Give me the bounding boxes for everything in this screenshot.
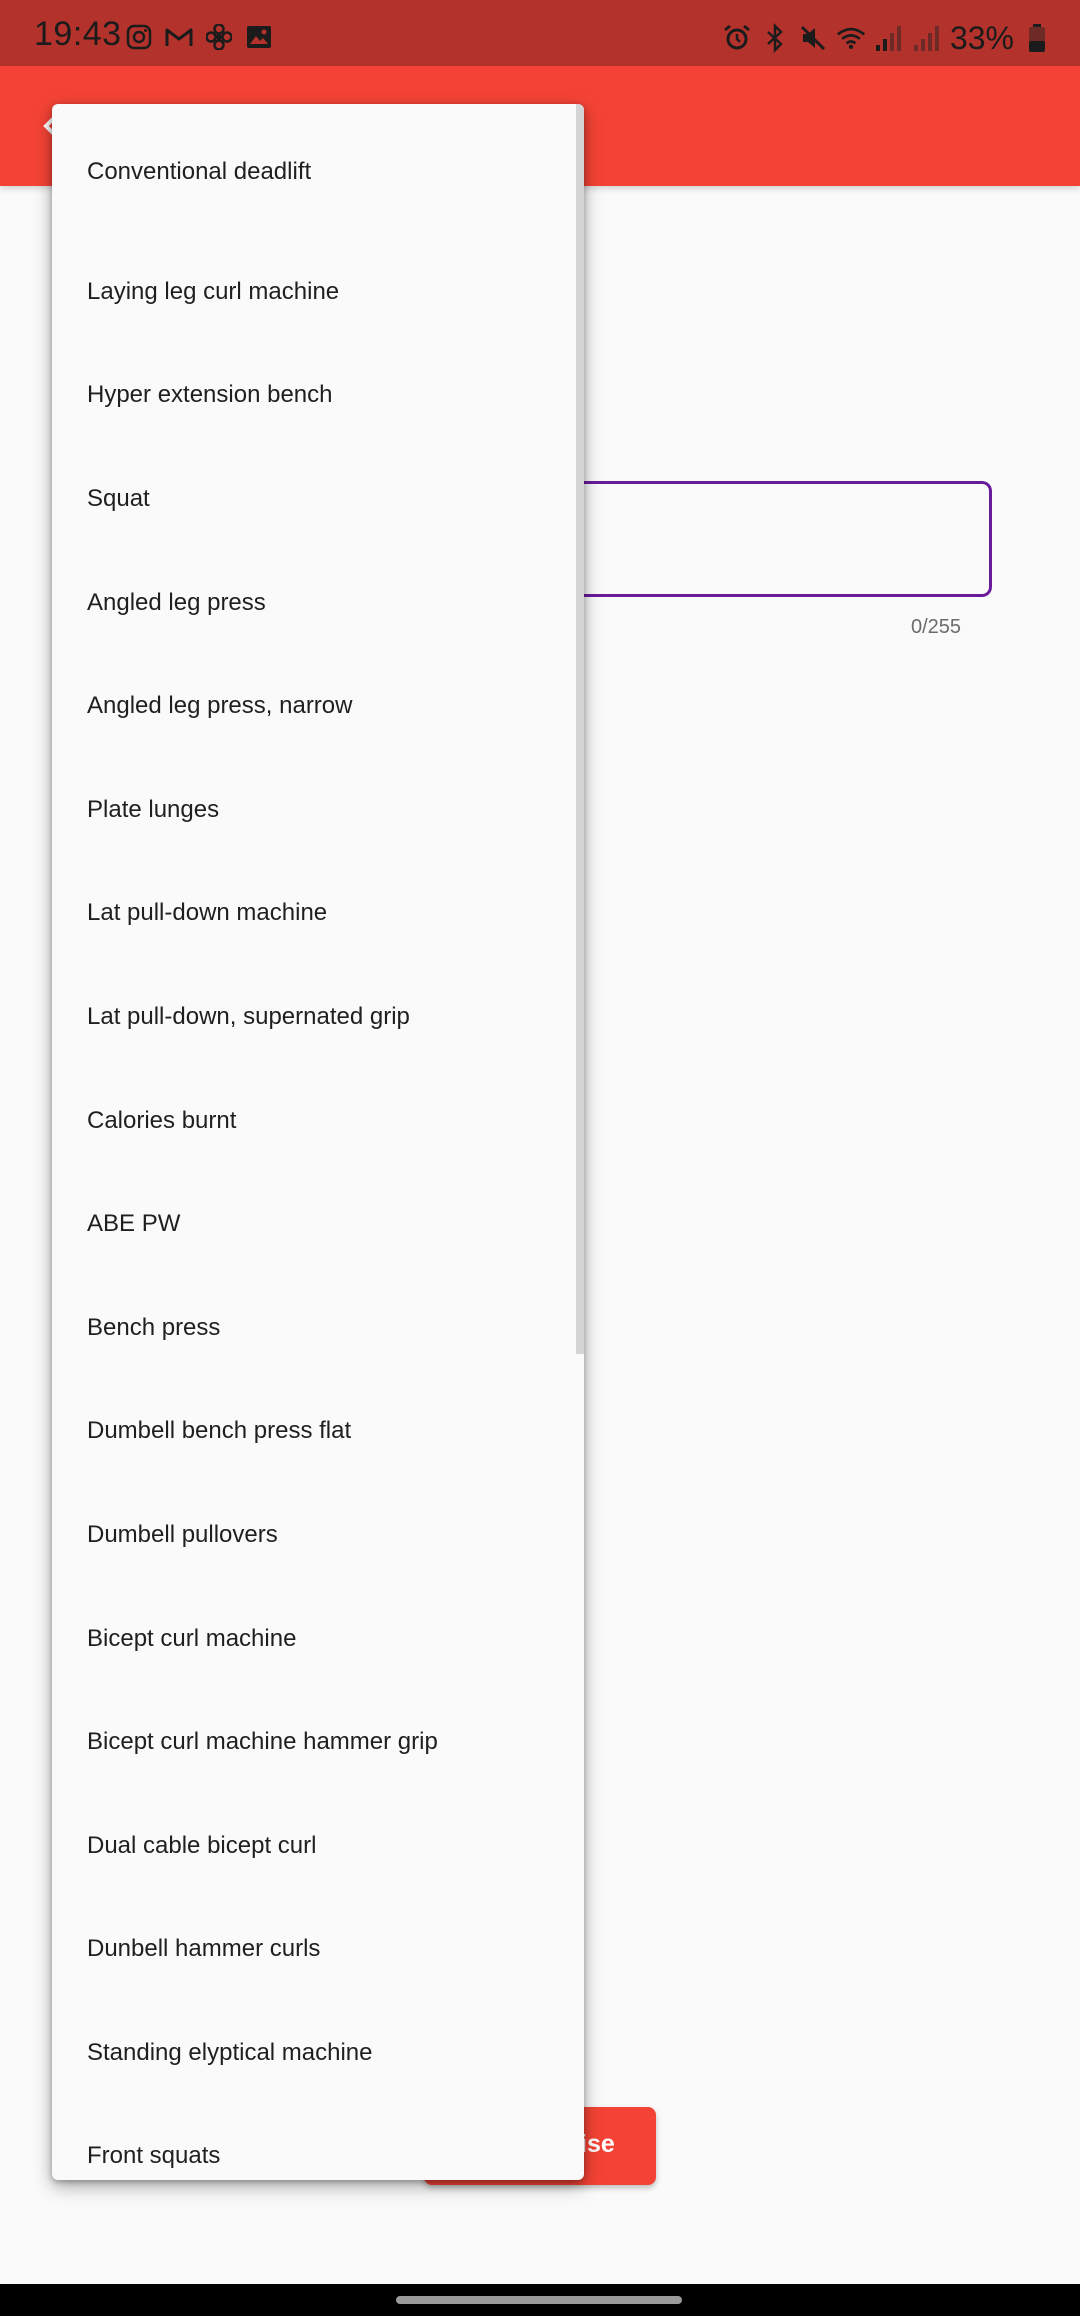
menu-item-dunbell-hammer-curls[interactable]: Dunbell hammer curls	[52, 1898, 572, 2002]
exercise-dropdown-menu[interactable]: Conventional deadlift Laying leg curl ma…	[52, 104, 584, 2180]
alarm-icon	[722, 23, 752, 53]
gmail-icon	[164, 22, 194, 52]
menu-item-front-squats[interactable]: Front squats	[52, 2105, 572, 2180]
home-gesture-handle[interactable]	[396, 2296, 682, 2304]
battery-percentage: 33%	[949, 20, 1014, 56]
menu-item-dual-cable-bicept-curl[interactable]: Dual cable bicept curl	[52, 1794, 572, 1898]
wifi-icon	[836, 23, 866, 53]
menu-item-angled-leg-press[interactable]: Angled leg press	[52, 551, 572, 655]
menu-item-squat[interactable]: Squat	[52, 447, 572, 551]
menu-item-plate-lunges[interactable]: Plate lunges	[52, 758, 572, 862]
exercise-list: Conventional deadlift Laying leg curl ma…	[52, 104, 572, 2180]
menu-item-laying-leg-curl-machine[interactable]: Laying leg curl machine	[52, 240, 572, 344]
bluetooth-icon	[760, 23, 790, 53]
menu-item-abe-pw[interactable]: ABE PW	[52, 1172, 572, 1276]
notification-icons	[124, 22, 274, 52]
menu-item-conventional-deadlift[interactable]: Conventional deadlift	[52, 104, 572, 240]
save-exercise-label: ise	[580, 2130, 615, 2158]
menu-item-angled-leg-press-narrow[interactable]: Angled leg press, narrow	[52, 654, 572, 758]
battery-icon	[1022, 23, 1052, 53]
signal-icon	[912, 23, 942, 53]
menu-item-bicept-curl-machine[interactable]: Bicept curl machine	[52, 1587, 572, 1691]
menu-item-bicept-curl-machine-hammer-grip[interactable]: Bicept curl machine hammer grip	[52, 1690, 572, 1794]
menu-item-bench-press[interactable]: Bench press	[52, 1276, 572, 1380]
menu-item-lat-pull-down-supernated-grip[interactable]: Lat pull-down, supernated grip	[52, 965, 572, 1069]
menu-item-hyper-extension-bench[interactable]: Hyper extension bench	[52, 344, 572, 448]
menu-item-lat-pull-down-machine[interactable]: Lat pull-down machine	[52, 862, 572, 966]
image-icon	[244, 22, 274, 52]
menu-scrollbar[interactable]	[576, 104, 584, 1354]
system-icons: 33%	[722, 18, 1052, 58]
menu-item-calories-burnt[interactable]: Calories burnt	[52, 1069, 572, 1173]
mute-icon	[798, 23, 828, 53]
instagram-icon	[124, 22, 154, 52]
navigation-bar	[0, 2284, 1080, 2316]
menu-item-dumbell-pullovers[interactable]: Dumbell pullovers	[52, 1483, 572, 1587]
status-bar: 19:43 33%	[0, 0, 1080, 66]
character-counter: 0/255	[911, 616, 962, 638]
signal-icon	[874, 23, 904, 53]
fan-icon	[204, 22, 234, 52]
status-time: 19:43	[34, 15, 122, 53]
menu-item-dumbell-bench-press-flat[interactable]: Dumbell bench press flat	[52, 1380, 572, 1484]
menu-item-standing-elyptical-machine[interactable]: Standing elyptical machine	[52, 2001, 572, 2105]
